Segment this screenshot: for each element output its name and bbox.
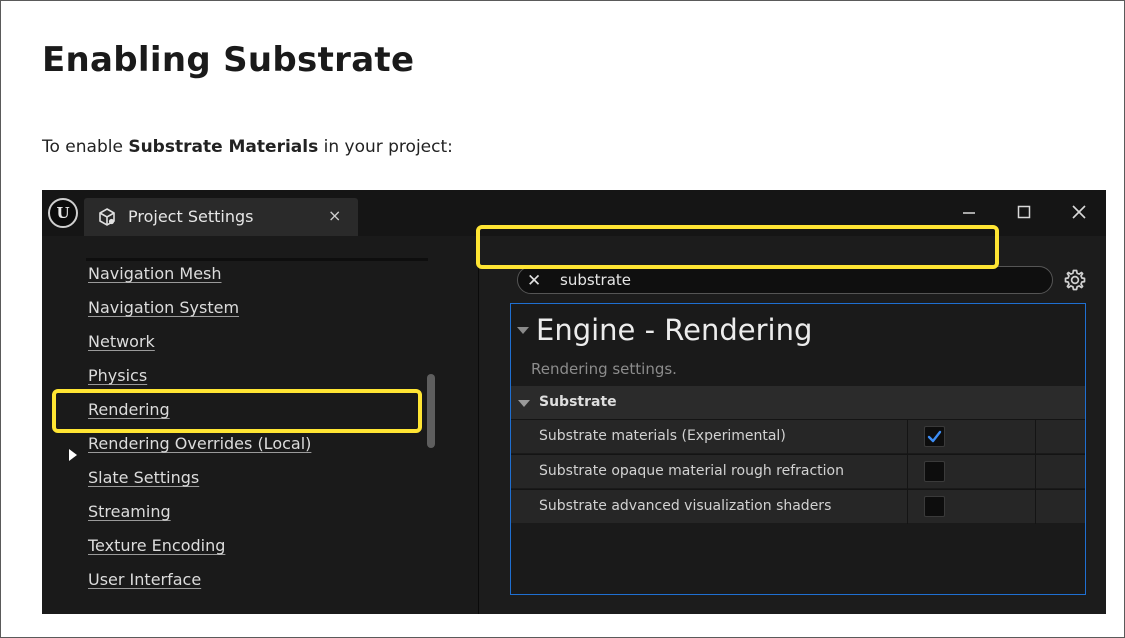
page-title: Enabling Substrate (42, 40, 415, 80)
section-label: Substrate (539, 394, 617, 410)
sidebar-item-physics[interactable]: Physics (88, 366, 147, 385)
search-input[interactable] (560, 269, 1040, 291)
maximize-icon[interactable] (1009, 198, 1039, 226)
property-label: Substrate opaque material rough refracti… (539, 463, 844, 479)
property-row-substrate-materials: Substrate materials (Experimental) (511, 419, 1085, 454)
search-clear-icon[interactable]: ✕ (527, 271, 541, 291)
sidebar-item-rendering-overrides[interactable]: Rendering Overrides (Local) (88, 434, 311, 453)
minimize-icon[interactable] (954, 198, 984, 226)
settings-search: ✕ (517, 266, 1053, 294)
checkmark-icon (927, 430, 942, 443)
sidebar-scroll-thumb[interactable] (427, 374, 435, 448)
sidebar-item-navigation-mesh[interactable]: Navigation Mesh (88, 264, 222, 283)
window-close-icon[interactable] (1064, 198, 1094, 226)
section-header-substrate[interactable]: Substrate (511, 386, 1085, 419)
property-label: Substrate advanced visualization shaders (539, 498, 832, 514)
expand-arrow-icon[interactable] (517, 327, 529, 334)
highlight-box-substrate-materials (476, 225, 999, 269)
sidebar-item-user-interface[interactable]: User Interface (88, 570, 201, 589)
column-splitter (1035, 420, 1036, 454)
highlight-box-rendering (52, 389, 422, 433)
property-row-visualization-shaders: Substrate advanced visualization shaders (511, 489, 1085, 524)
intro-prefix: To enable (42, 137, 129, 157)
column-splitter[interactable] (907, 455, 908, 489)
tab-label: Project Settings (128, 207, 254, 226)
sidebar-scrollbar (427, 374, 437, 448)
project-settings-icon (99, 208, 115, 226)
unreal-logo-icon[interactable]: U (48, 198, 78, 228)
rough-refraction-checkbox[interactable] (924, 461, 945, 482)
column-splitter (1035, 490, 1036, 524)
category-description: Rendering settings. (531, 360, 677, 378)
details-view: Engine - Rendering Rendering settings. S… (510, 303, 1086, 595)
property-row-rough-refraction: Substrate opaque material rough refracti… (511, 454, 1085, 489)
sidebar-item-network[interactable]: Network (88, 332, 155, 351)
selected-arrow-icon (69, 449, 77, 461)
details-panel: ✕ Engine - Rendering Rendering settings.… (479, 236, 1106, 614)
intro-suffix: in your project: (318, 137, 453, 157)
expand-arrow-icon (518, 400, 530, 407)
visualization-shaders-checkbox[interactable] (924, 496, 945, 517)
column-splitter (1035, 455, 1036, 489)
gear-icon[interactable] (1063, 268, 1087, 292)
sidebar-item-streaming[interactable]: Streaming (88, 502, 171, 521)
column-splitter[interactable] (907, 490, 908, 524)
close-icon[interactable]: × (328, 206, 341, 225)
property-label: Substrate materials (Experimental) (539, 428, 786, 444)
sidebar-separator (86, 258, 428, 261)
category-title: Engine - Rendering (536, 313, 813, 347)
sidebar-item-navigation-system[interactable]: Navigation System (88, 298, 239, 317)
project-settings-tab[interactable]: Project Settings × (84, 198, 358, 236)
sidebar-item-texture-encoding[interactable]: Texture Encoding (88, 536, 225, 555)
column-splitter[interactable] (907, 420, 908, 454)
intro-text: To enable Substrate Materials in your pr… (42, 137, 453, 157)
sidebar-item-slate-settings[interactable]: Slate Settings (88, 468, 199, 487)
intro-bold: Substrate Materials (128, 137, 319, 157)
substrate-materials-checkbox[interactable] (924, 426, 945, 447)
